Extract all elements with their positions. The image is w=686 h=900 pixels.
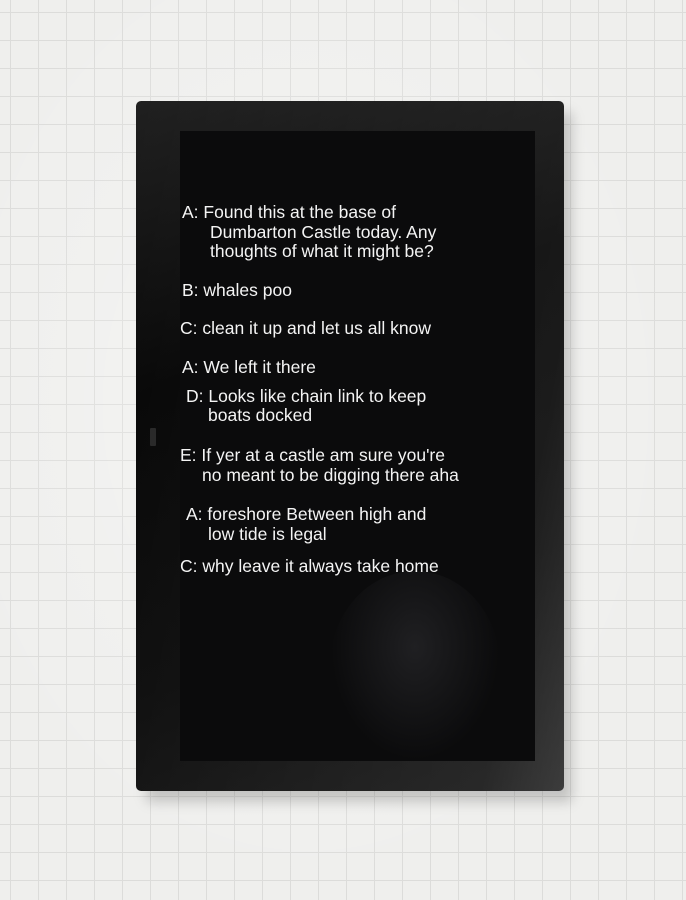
message-line: D: Looks like chain link to keep xyxy=(186,386,427,406)
frame-side-button xyxy=(150,428,156,446)
message-line: E: If yer at a castle am sure you're xyxy=(180,445,445,465)
message-line: C: clean it up and let us all know xyxy=(180,318,431,338)
message-line: thoughts of what it might be? xyxy=(210,241,434,261)
display-screen: A: Found this at the base of Dumbarton C… xyxy=(180,131,535,761)
message-line: C: why leave it always take home xyxy=(180,556,439,576)
message-line: A: Found this at the base of xyxy=(182,202,397,222)
screen-reflection xyxy=(330,571,500,761)
message-line: Dumbarton Castle today. Any xyxy=(210,222,437,242)
message-line: A: foreshore Between high and xyxy=(186,504,427,524)
message-line: A: We left it there xyxy=(182,357,316,377)
message-line: boats docked xyxy=(208,405,313,425)
message-line: low tide is legal xyxy=(208,524,327,544)
message-line: B: whales poo xyxy=(182,280,292,300)
message-line: no meant to be digging there aha xyxy=(202,465,459,485)
